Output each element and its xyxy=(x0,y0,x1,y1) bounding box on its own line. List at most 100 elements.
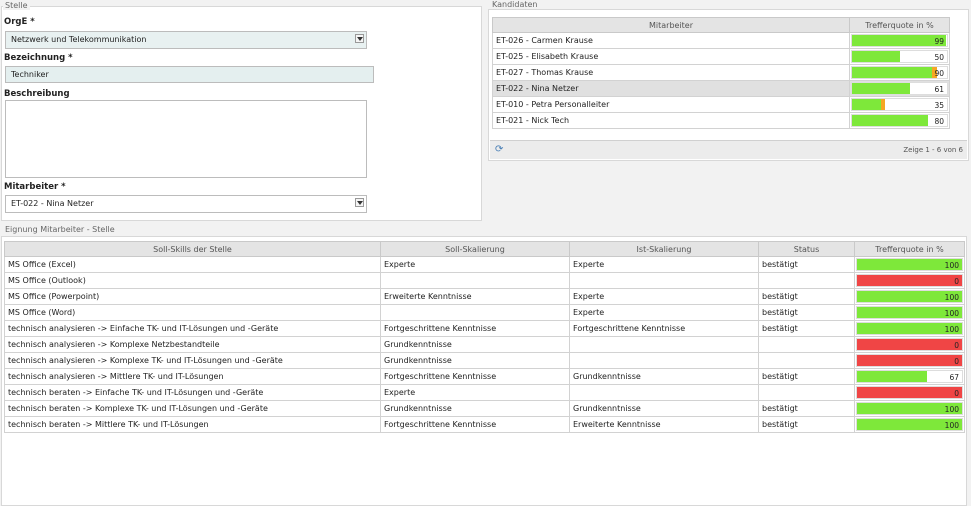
kandidaten-name[interactable]: ET-027 - Thomas Krause xyxy=(492,64,850,81)
eignung-cell-skill: technisch analysieren -> Einfache TK- un… xyxy=(4,320,381,337)
eignung-header-ist-skalierung[interactable]: Ist-Skalierung xyxy=(569,241,759,257)
kandidaten-row[interactable]: ET-025 - Elisabeth Krause 50 xyxy=(492,48,950,65)
trefferquote-value: 100 xyxy=(944,405,959,414)
kandidaten-name[interactable]: ET-025 - Elisabeth Krause xyxy=(492,48,850,65)
trefferquote-cell: 0 xyxy=(854,336,965,353)
trefferquote-value: 61 xyxy=(934,85,944,94)
eignung-cell-ist: Experte xyxy=(569,304,759,321)
trefferquote-fill-orange xyxy=(880,99,886,110)
trefferquote-value: 80 xyxy=(934,117,944,126)
eignung-row[interactable]: technisch beraten -> Mittlere TK- und IT… xyxy=(4,416,965,433)
trefferquote-value: 90 xyxy=(934,69,944,78)
eignung-cell-ist: Grundkenntnisse xyxy=(569,368,759,385)
eignung-row[interactable]: MS Office (Word) Experte bestätigt 100 xyxy=(4,304,965,321)
eignung-cell-status xyxy=(758,352,855,369)
refresh-icon[interactable]: ⟳ xyxy=(495,145,505,155)
trefferquote-cell: 0 xyxy=(854,352,965,369)
eignung-cell-skill: technisch beraten -> Komplexe TK- und IT… xyxy=(4,400,381,417)
kandidaten-name[interactable]: ET-022 - Nina Netzer xyxy=(492,80,850,97)
eignung-cell-soll xyxy=(380,304,570,321)
kandidaten-panel-title: Kandidaten xyxy=(490,0,540,9)
eignung-cell-status: bestätigt xyxy=(758,416,855,433)
kandidaten-row[interactable]: ET-021 - Nick Tech 80 xyxy=(492,112,950,129)
orge-label: OrgE * xyxy=(4,17,35,27)
kandidaten-table: Mitarbeiter Trefferquote in % ET-026 - C… xyxy=(492,17,950,129)
eignung-header-soll-skills[interactable]: Soll-Skills der Stelle xyxy=(4,241,381,257)
eignung-row[interactable]: technisch analysieren -> Komplexe Netzbe… xyxy=(4,336,965,353)
eignung-cell-ist xyxy=(569,352,759,369)
eignung-header-status[interactable]: Status xyxy=(758,241,855,257)
kandidaten-panel: Mitarbeiter Trefferquote in % ET-026 - C… xyxy=(488,9,969,161)
eignung-row[interactable]: MS Office (Outlook) 0 xyxy=(4,272,965,289)
eignung-cell-status: bestätigt xyxy=(758,320,855,337)
eignung-row[interactable]: technisch analysieren -> Mittlere TK- un… xyxy=(4,368,965,385)
trefferquote-bar: 99 xyxy=(851,34,948,47)
eignung-cell-soll: Grundkenntnisse xyxy=(380,352,570,369)
eignung-cell-status: bestätigt xyxy=(758,256,855,273)
eignung-cell-skill: technisch beraten -> Einfache TK- und IT… xyxy=(4,384,381,401)
eignung-cell-ist xyxy=(569,384,759,401)
trefferquote-bar: 100 xyxy=(856,322,963,335)
eignung-row[interactable]: technisch beraten -> Komplexe TK- und IT… xyxy=(4,400,965,417)
eignung-cell-soll: Grundkenntnisse xyxy=(380,336,570,353)
trefferquote-cell: 99 xyxy=(849,32,950,49)
trefferquote-bar: 67 xyxy=(856,370,963,383)
trefferquote-bar: 61 xyxy=(851,82,948,95)
eignung-cell-skill: technisch analysieren -> Komplexe Netzbe… xyxy=(4,336,381,353)
eignung-cell-ist xyxy=(569,336,759,353)
eignung-row[interactable]: MS Office (Powerpoint) Erweiterte Kenntni… xyxy=(4,288,965,305)
eignung-header-soll-skalierung[interactable]: Soll-Skalierung xyxy=(380,241,570,257)
kandidaten-row[interactable]: ET-022 - Nina Netzer 61 xyxy=(492,80,950,97)
eignung-cell-skill: MS Office (Powerpoint) xyxy=(4,288,381,305)
eignung-row[interactable]: technisch beraten -> Einfache TK- und IT… xyxy=(4,384,965,401)
kandidaten-name[interactable]: ET-026 - Carmen Krause xyxy=(492,32,850,49)
eignung-row[interactable]: technisch analysieren -> Einfache TK- un… xyxy=(4,320,965,337)
trefferquote-value: 99 xyxy=(934,37,944,46)
trefferquote-bar: 100 xyxy=(856,290,963,303)
trefferquote-value: 100 xyxy=(944,325,959,334)
trefferquote-fill xyxy=(857,275,962,286)
trefferquote-cell: 100 xyxy=(854,320,965,337)
eignung-cell-soll: Fortgeschrittene Kenntnisse xyxy=(380,368,570,385)
trefferquote-fill-green xyxy=(852,99,881,110)
kandidaten-name[interactable]: ET-021 - Nick Tech xyxy=(492,112,850,129)
trefferquote-bar: 50 xyxy=(851,50,948,63)
eignung-cell-skill: technisch beraten -> Mittlere TK- und IT… xyxy=(4,416,381,433)
trefferquote-fill-green xyxy=(852,51,900,62)
kandidaten-footer: ⟳ Zeige 1 - 6 von 6 xyxy=(490,140,967,159)
orge-select-value: Netzwerk und Telekommunikation xyxy=(11,35,147,44)
chevron-down-icon[interactable] xyxy=(355,198,364,207)
trefferquote-bar: 100 xyxy=(856,402,963,415)
trefferquote-fill-green xyxy=(852,115,928,126)
orge-select[interactable]: Netzwerk und Telekommunikation xyxy=(5,31,367,49)
kandidaten-row[interactable]: ET-027 - Thomas Krause 90 xyxy=(492,64,950,81)
kandidaten-row[interactable]: ET-010 - Petra Personalleiter 35 xyxy=(492,96,950,113)
kandidaten-header-mitarbeiter[interactable]: Mitarbeiter xyxy=(492,17,850,33)
trefferquote-value: 67 xyxy=(949,373,959,382)
eignung-row[interactable]: technisch analysieren -> Komplexe TK- un… xyxy=(4,352,965,369)
trefferquote-value: 100 xyxy=(944,421,959,430)
eignung-cell-ist: Fortgeschrittene Kenntnisse xyxy=(569,320,759,337)
eignung-header-quote[interactable]: Trefferquote in % xyxy=(854,241,965,257)
trefferquote-bar: 0 xyxy=(856,338,963,351)
trefferquote-fill-green xyxy=(852,67,932,78)
trefferquote-cell: 100 xyxy=(854,400,965,417)
trefferquote-fill xyxy=(857,371,928,382)
mitarbeiter-select-value: ET-022 - Nina Netzer xyxy=(11,199,94,208)
beschreibung-textarea[interactable] xyxy=(5,100,367,178)
chevron-down-icon[interactable] xyxy=(355,34,364,43)
eignung-cell-skill: MS Office (Word) xyxy=(4,304,381,321)
bezeichnung-input[interactable]: Techniker xyxy=(5,66,374,83)
eignung-cell-skill: MS Office (Excel) xyxy=(4,256,381,273)
kandidaten-name[interactable]: ET-010 - Petra Personalleiter xyxy=(492,96,850,113)
trefferquote-value: 0 xyxy=(954,357,959,366)
kandidaten-header-quote[interactable]: Trefferquote in % xyxy=(849,17,950,33)
eignung-cell-soll: Grundkenntnisse xyxy=(380,400,570,417)
kandidaten-row[interactable]: ET-026 - Carmen Krause 99 xyxy=(492,32,950,49)
eignung-cell-skill: technisch analysieren -> Mittlere TK- un… xyxy=(4,368,381,385)
trefferquote-cell: 100 xyxy=(854,416,965,433)
mitarbeiter-select[interactable]: ET-022 - Nina Netzer xyxy=(5,195,367,213)
trefferquote-cell: 67 xyxy=(854,368,965,385)
eignung-cell-soll: Fortgeschrittene Kenntnisse xyxy=(380,320,570,337)
eignung-row[interactable]: MS Office (Excel) Experte Experte bestätigt… xyxy=(4,256,965,273)
